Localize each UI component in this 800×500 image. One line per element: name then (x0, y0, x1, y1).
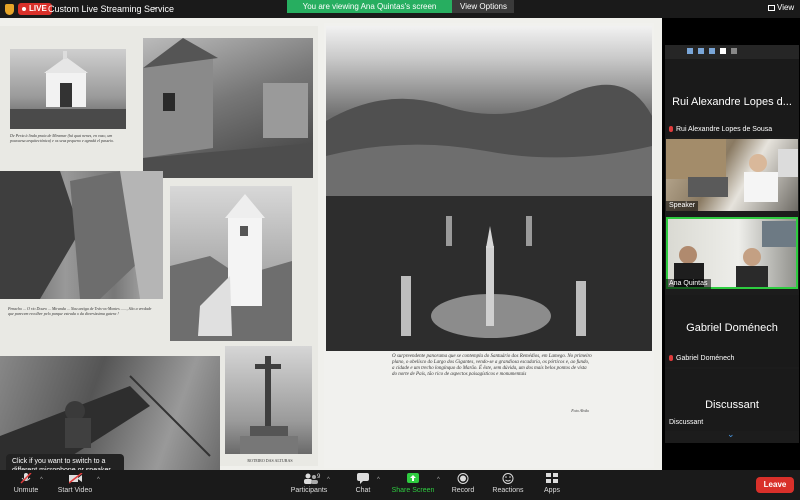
photo-village-street (143, 38, 313, 178)
video-off-icon (68, 472, 83, 484)
mic-muted-icon (669, 355, 673, 361)
shared-screen: De Peria à linda praia de Miramar (há qu… (0, 18, 662, 470)
participants-icon (303, 473, 318, 484)
chat-button[interactable]: Chat (350, 473, 376, 494)
book-page-left: De Peria à linda praia de Miramar (há qu… (0, 26, 318, 470)
gallery-header (665, 45, 799, 59)
participants-count: 9 (317, 474, 321, 480)
participant-display-name: Rui Alexandre Lopes d... (672, 96, 792, 108)
start-video-label: Start Video (57, 487, 93, 494)
participant-label: Rui Alexandre Lopes de Sousa (669, 126, 772, 133)
gallery-view-icon[interactable] (698, 48, 704, 54)
chapel-illustration (10, 51, 126, 129)
view-options-button[interactable]: View Options ⌄ (452, 0, 514, 24)
microphone-muted-icon (20, 472, 32, 484)
photo-river-boat (0, 356, 220, 470)
participant-display-name: Gabriel Doménech (686, 322, 778, 334)
scroll-down-chevron-icon[interactable]: ⌄ (727, 429, 735, 440)
record-label: Record (451, 487, 475, 494)
photo-cross (225, 346, 312, 454)
view-label: View (777, 3, 795, 12)
photo-lamego-panorama (326, 26, 652, 351)
apps-label: Apps (544, 487, 560, 494)
gallery-view-icon[interactable] (720, 48, 726, 54)
chevron-down-icon[interactable]: ⌄ (152, 2, 159, 11)
photo-chapel (10, 49, 126, 129)
photo-cliff (0, 171, 163, 299)
record-button[interactable]: Record (448, 473, 478, 494)
view-options-label: View Options (460, 2, 507, 11)
unmute-button[interactable]: Unmute (8, 472, 44, 494)
participant-tile-discussant[interactable]: Discussant Discussant (665, 369, 799, 431)
gallery-view-icon[interactable] (687, 48, 693, 54)
share-chevron-icon[interactable]: ^ (437, 477, 440, 483)
participant-name: Gabriel Doménech (676, 355, 735, 362)
panorama-illustration (326, 84, 652, 351)
caption-cross: ROTEIRO DAS ALTURAS (247, 458, 293, 463)
village-illustration (143, 38, 313, 178)
participant-tile-rui[interactable]: Rui Alexandre Lopes d... Rui Alexandre L… (665, 59, 799, 137)
book-page-right: O surpreendente panorama que se contempl… (324, 23, 654, 468)
chat-chevron-icon[interactable]: ^ (377, 477, 380, 483)
audio-switch-tooltip: Click if you want to switch to a differe… (6, 454, 124, 470)
participant-tile-speaker[interactable]: Speaker (666, 139, 798, 211)
photo-credit: Foto Alvão (571, 408, 589, 413)
mic-muted-icon (669, 126, 673, 132)
gallery-view-icon[interactable] (731, 48, 737, 54)
chat-label: Chat (355, 487, 371, 494)
caption-douro: Penacho ... O rio Douro ... Miranda ... … (8, 306, 152, 316)
participant-name: Rui Alexandre Lopes de Sousa (676, 126, 773, 133)
participants-button[interactable]: Participants (288, 473, 330, 494)
caption-chapel: De Peria à linda praia de Miramar (há qu… (10, 133, 115, 143)
video-options-chevron-icon[interactable]: ^ (97, 477, 100, 483)
participant-name: Speaker (666, 201, 699, 211)
unmute-label: Unmute (13, 487, 39, 494)
boat-illustration (0, 375, 211, 470)
leave-button[interactable]: Leave (756, 477, 794, 493)
audio-options-chevron-icon[interactable]: ^ (40, 477, 43, 483)
participant-gallery: Rui Alexandre Lopes d... Rui Alexandre L… (665, 45, 799, 443)
chat-bubble-icon (357, 473, 369, 484)
participant-name: Discussant (669, 419, 704, 426)
reactions-smiley-icon (502, 473, 514, 484)
participants-chevron-icon[interactable]: ^ (327, 477, 330, 483)
top-bar: LIVE Custom Live Streaming Service ⌄ You… (0, 0, 800, 24)
grid-icon (768, 5, 775, 11)
viewing-banner: You are viewing Ana Quintas's screen (287, 0, 452, 13)
reactions-label: Reactions (492, 487, 524, 494)
participant-tile-gabriel[interactable]: Gabriel Doménech Gabriel Doménech (665, 295, 799, 367)
apps-grid-icon (546, 473, 558, 484)
gallery-view-icon[interactable] (709, 48, 715, 54)
participant-label: Gabriel Doménech (669, 355, 734, 362)
cross-illustration (240, 356, 298, 454)
photo-bell-tower (170, 186, 292, 341)
reactions-button[interactable]: Reactions (490, 473, 526, 494)
share-screen-button[interactable]: Share Screen (390, 473, 436, 494)
view-button[interactable]: View (768, 3, 794, 12)
live-badge[interactable]: LIVE (18, 3, 52, 15)
participants-label: Participants (290, 487, 328, 494)
apps-button[interactable]: Apps (540, 473, 564, 494)
share-screen-label: Share Screen (391, 487, 435, 494)
share-screen-icon (407, 473, 419, 484)
caption-panorama: O surpreendente panorama que se contempl… (392, 354, 592, 377)
participant-name: Ana Quintas (666, 279, 711, 289)
security-shield-icon[interactable] (5, 4, 14, 15)
start-video-button[interactable]: Start Video (52, 472, 98, 494)
record-icon (457, 473, 469, 484)
tower-illustration (170, 194, 292, 341)
cliff-illustration (0, 171, 163, 299)
participant-display-name: Discussant (705, 399, 759, 411)
meeting-toolbar: Unmute ^ Start Video ^ Participants 9 ^ … (0, 470, 800, 500)
participant-tile-ana-quintas[interactable]: Ana Quintas (666, 217, 798, 289)
